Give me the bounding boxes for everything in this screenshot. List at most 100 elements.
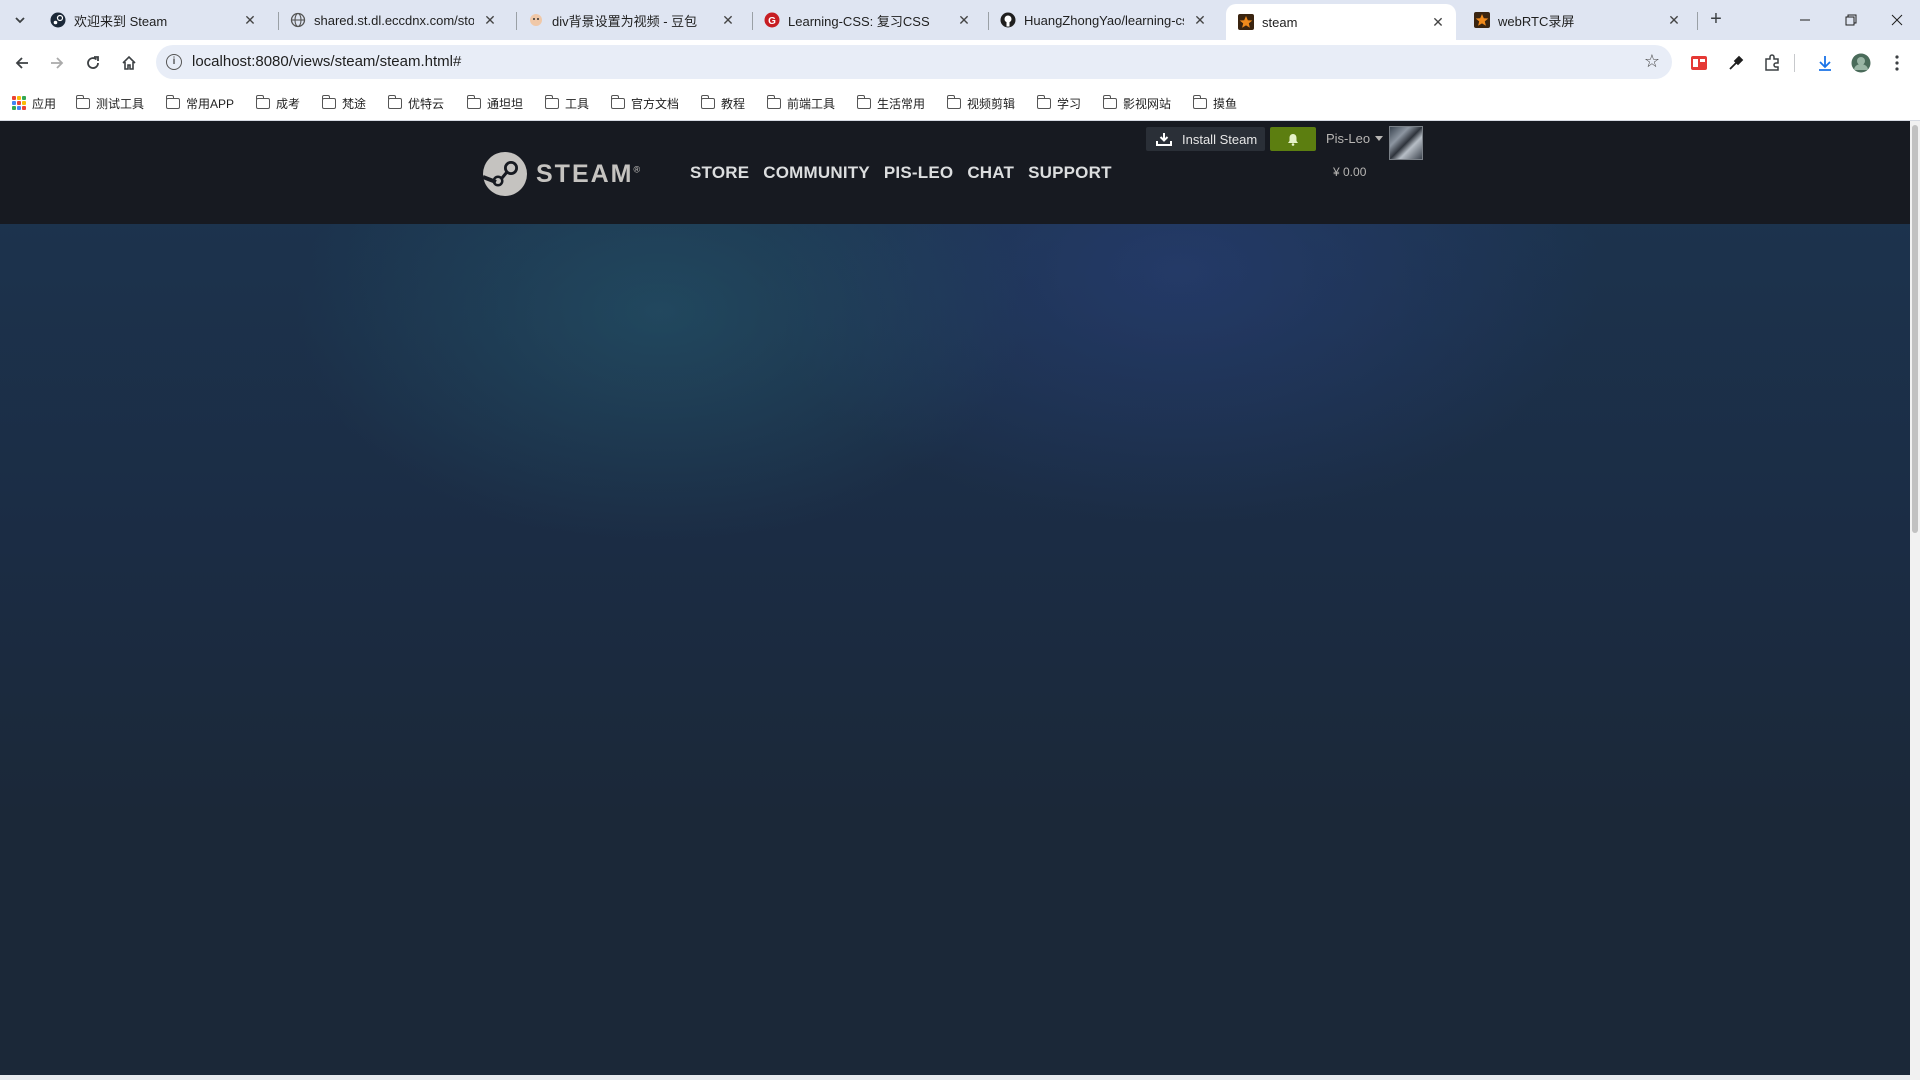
bookmark-folder[interactable]: 常用APP [165, 94, 235, 112]
bookmark-label: 测试工具 [96, 96, 145, 111]
folder-icon [544, 94, 559, 109]
close-icon[interactable]: ✕ [1430, 14, 1446, 30]
bookmark-label: 通坦坦 [487, 96, 524, 111]
browser-tab[interactable]: webRTC录屏 ✕ [1462, 4, 1692, 36]
bookmark-label: 前端工具 [787, 96, 836, 111]
profile-avatar-icon[interactable] [1850, 52, 1872, 74]
steam-logo[interactable]: STEAM® [482, 151, 640, 197]
close-icon[interactable]: ✕ [1666, 12, 1682, 28]
browser-tab[interactable]: div背景设置为视频 - 豆包 ✕ [516, 4, 746, 36]
star-icon [1238, 14, 1254, 30]
tab-search-chevron-icon[interactable] [8, 8, 32, 32]
bookmark-apps[interactable]: 应用 [12, 94, 56, 112]
close-icon[interactable]: ✕ [482, 12, 498, 28]
nav-store[interactable]: STORE [690, 163, 749, 183]
folder-icon [321, 94, 336, 109]
restore-icon[interactable] [1828, 0, 1874, 40]
bookmark-label: 影视网站 [1123, 96, 1172, 111]
steam-logo-icon [50, 12, 66, 28]
bookmark-folder[interactable]: 影视网站 [1102, 94, 1172, 112]
scrollbar-thumb[interactable] [1912, 125, 1918, 533]
bookmark-folder[interactable]: 成考 [255, 94, 300, 112]
address-bar[interactable]: i localhost:8080/views/steam/steam.html#… [156, 45, 1672, 79]
folder-icon [610, 94, 625, 109]
caret-down-icon [1375, 136, 1384, 141]
close-icon[interactable]: ✕ [242, 12, 258, 28]
folder-icon [1036, 94, 1051, 109]
bookmark-label: 生活常用 [877, 96, 926, 111]
window-close-icon[interactable] [1874, 0, 1920, 40]
browser-menu-icon[interactable] [1886, 52, 1908, 74]
nav-chat[interactable]: CHAT [967, 163, 1014, 183]
tab-title: Learning-CSS: 复习CSS [788, 13, 930, 29]
steam-wordmark: STEAM® [536, 159, 641, 188]
folder-icon [1192, 94, 1207, 109]
close-icon[interactable]: ✕ [956, 12, 972, 28]
user-avatar[interactable] [1389, 126, 1423, 160]
account-menu[interactable]: Pis-Leo [1326, 131, 1384, 146]
back-arrow-icon[interactable] [9, 50, 35, 76]
extension-red-icon[interactable] [1688, 52, 1710, 74]
browser-tab-active[interactable]: steam ✕ [1226, 4, 1456, 40]
nav-profile[interactable]: PIS-LEO [884, 163, 953, 183]
folder-icon [700, 94, 715, 109]
bookmark-folder[interactable]: 学习 [1036, 94, 1082, 112]
bookmark-label: 工具 [565, 96, 590, 111]
minimize-icon[interactable] [1782, 0, 1828, 40]
bookmark-folder[interactable]: 视频剪辑 [946, 94, 1015, 112]
eyedropper-icon[interactable] [1725, 52, 1747, 74]
bookmark-folder[interactable]: 工具 [544, 94, 590, 112]
site-info-icon[interactable]: i [166, 54, 182, 70]
nav-community[interactable]: COMMUNITY [763, 163, 870, 183]
steam-page: STEAM® STORE COMMUNITY PIS-LEO CHAT SUPP… [0, 121, 1910, 1080]
close-icon[interactable]: ✕ [720, 12, 736, 28]
bookmark-label: 优特云 [408, 96, 445, 111]
folder-icon [165, 94, 180, 109]
folder-icon [466, 94, 481, 109]
download-icon[interactable] [1814, 52, 1836, 74]
tab-title: 欢迎来到 Steam [74, 13, 168, 29]
reload-icon[interactable] [80, 50, 106, 76]
gitee-icon: G [764, 12, 780, 28]
folder-icon [75, 94, 90, 109]
wallet-balance[interactable]: ¥ 0.00 [1333, 165, 1366, 179]
tab-title: HuangZhongYao/learning-css [1024, 12, 1184, 28]
bookmark-star-icon[interactable]: ☆ [1644, 51, 1660, 72]
github-icon [1000, 12, 1016, 28]
folder-icon [387, 94, 402, 109]
bookmark-label: 常用APP [186, 96, 235, 111]
bookmark-label: 学习 [1057, 96, 1082, 111]
browser-tab-strip: 欢迎来到 Steam ✕ shared.st.dl.eccdnx.com/sto… [0, 0, 1920, 40]
nav-support[interactable]: SUPPORT [1028, 163, 1112, 183]
home-icon[interactable] [116, 50, 142, 76]
page-scrollbar[interactable] [1910, 121, 1920, 1080]
window-bottom-edge [0, 1075, 1910, 1080]
bookmark-folder[interactable]: 梵途 [321, 94, 367, 112]
account-username: Pis-Leo [1326, 131, 1371, 146]
browser-tab[interactable]: 欢迎来到 Steam ✕ [38, 4, 268, 36]
bookmark-folder[interactable]: 优特云 [387, 94, 445, 112]
doubao-icon [528, 12, 544, 28]
browser-toolbar: i localhost:8080/views/steam/steam.html#… [0, 40, 1920, 86]
install-steam-button[interactable]: Install Steam [1146, 127, 1266, 151]
bookmark-folder[interactable]: 摸鱼 [1192, 94, 1237, 112]
browser-tab[interactable]: HuangZhongYao/learning-css ✕ [988, 4, 1218, 36]
close-icon[interactable]: ✕ [1192, 12, 1208, 28]
bookmark-folder[interactable]: 教程 [700, 94, 745, 112]
star-icon [1474, 12, 1490, 28]
bookmark-folder[interactable]: 生活常用 [856, 94, 926, 112]
bookmark-folder[interactable]: 官方文档 [610, 94, 679, 112]
bookmark-label: 应用 [32, 96, 57, 111]
globe-icon [290, 12, 306, 28]
browser-tab[interactable]: shared.st.dl.eccdnx.com/store ✕ [278, 4, 508, 36]
bookmark-label: 梵途 [342, 96, 367, 111]
bookmark-folder[interactable]: 测试工具 [75, 94, 145, 112]
browser-tab[interactable]: G Learning-CSS: 复习CSS ✕ [752, 4, 982, 36]
forward-arrow-icon[interactable] [44, 50, 70, 76]
bookmark-folder[interactable]: 通坦坦 [466, 94, 524, 112]
bookmark-folder[interactable]: 前端工具 [766, 94, 836, 112]
extensions-puzzle-icon[interactable] [1761, 52, 1783, 74]
new-tab-button[interactable]: + [1704, 8, 1728, 32]
notifications-button[interactable] [1270, 127, 1316, 151]
folder-icon [856, 94, 871, 109]
